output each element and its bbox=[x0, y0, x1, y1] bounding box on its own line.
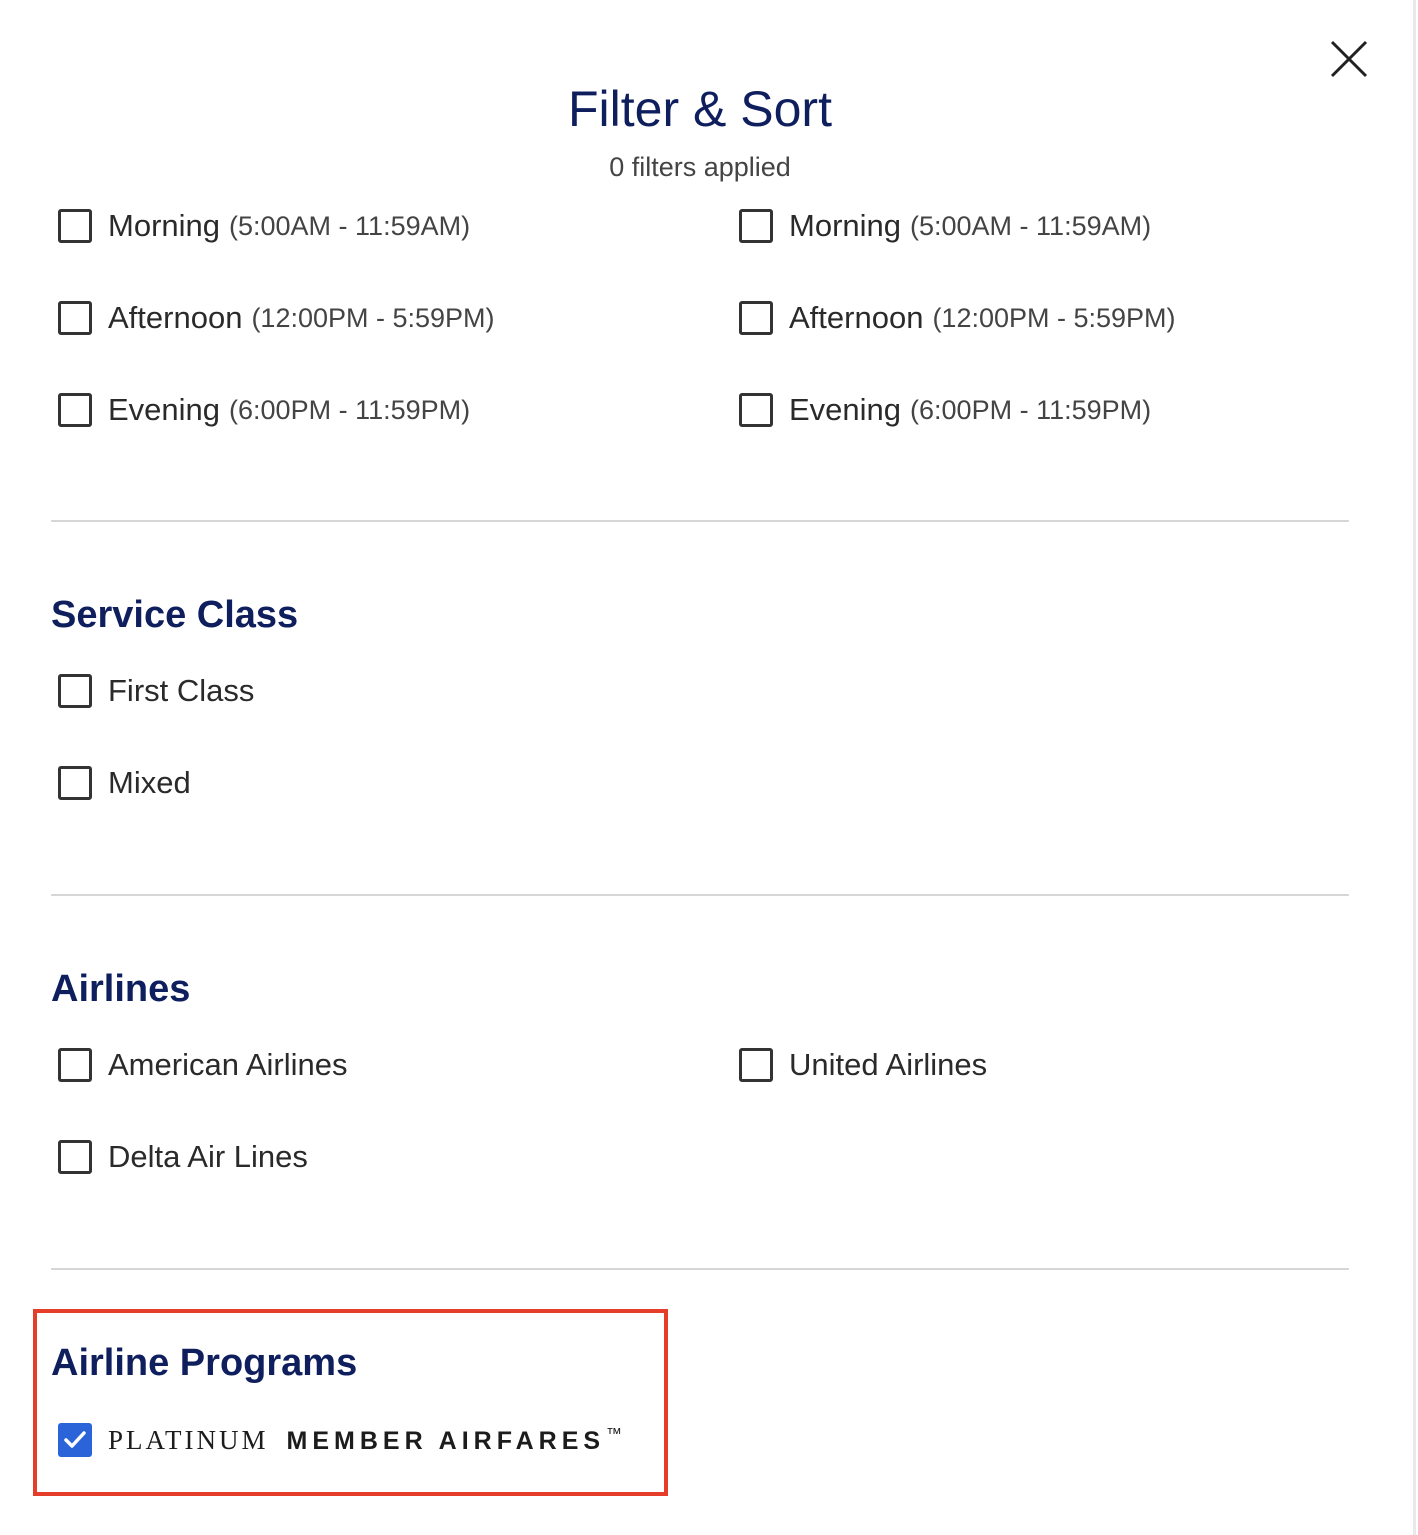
section-title-airline-programs: Airline Programs bbox=[51, 1342, 358, 1384]
checkbox[interactable] bbox=[739, 393, 773, 427]
checkbox[interactable] bbox=[58, 301, 92, 335]
checkbox[interactable] bbox=[739, 209, 773, 243]
option-label: Evening bbox=[789, 392, 902, 427]
logo-word-platinum: PLATINUM bbox=[108, 1424, 269, 1455]
option-american-airlines[interactable]: American Airlines bbox=[55, 1043, 347, 1087]
platinum-member-airfares-logo: PLATINUM MEMBER AIRFARES ™ bbox=[108, 1425, 622, 1456]
section-divider bbox=[51, 894, 1349, 896]
checkmark-icon bbox=[64, 1431, 86, 1448]
option-time-range: (12:00PM - 5:59PM) bbox=[932, 302, 1176, 333]
close-button[interactable] bbox=[1322, 32, 1376, 86]
checkbox[interactable] bbox=[58, 393, 92, 427]
section-title-airlines: Airlines bbox=[51, 968, 191, 1010]
option-delta-air-lines[interactable]: Delta Air Lines bbox=[55, 1135, 308, 1179]
checkbox[interactable] bbox=[739, 301, 773, 335]
option-outbound-afternoon[interactable]: Afternoon (12:00PM - 5:59PM) bbox=[55, 296, 495, 340]
option-time-range: (5:00AM - 11:59AM) bbox=[910, 210, 1152, 241]
option-label: American Airlines bbox=[108, 1047, 348, 1082]
checkbox[interactable] bbox=[58, 766, 92, 800]
checkbox-checked[interactable] bbox=[58, 1423, 92, 1457]
close-icon bbox=[1330, 40, 1368, 78]
option-return-afternoon[interactable]: Afternoon (12:00PM - 5:59PM) bbox=[736, 296, 1176, 340]
section-divider bbox=[51, 1268, 1349, 1270]
option-time-range: (6:00PM - 11:59PM) bbox=[910, 394, 1152, 425]
option-label: First Class bbox=[108, 673, 255, 708]
option-first-class[interactable]: First Class bbox=[55, 669, 254, 713]
option-time-range: (5:00AM - 11:59AM) bbox=[229, 210, 471, 241]
option-label: Afternoon bbox=[108, 300, 243, 335]
option-platinum-member-airfares[interactable]: PLATINUM MEMBER AIRFARES ™ bbox=[55, 1418, 622, 1462]
trademark-symbol: ™ bbox=[606, 1425, 623, 1443]
checkbox[interactable] bbox=[58, 1048, 92, 1082]
option-return-morning[interactable]: Morning (5:00AM - 11:59AM) bbox=[736, 204, 1151, 248]
option-label: Delta Air Lines bbox=[108, 1139, 308, 1174]
section-divider bbox=[51, 520, 1349, 522]
page-title: Filter & Sort bbox=[568, 81, 832, 137]
option-label: Morning bbox=[108, 208, 220, 243]
option-united-airlines[interactable]: United Airlines bbox=[736, 1043, 987, 1087]
checkbox[interactable] bbox=[58, 674, 92, 708]
option-label: Evening bbox=[108, 392, 221, 427]
option-time-range: (12:00PM - 5:59PM) bbox=[251, 302, 495, 333]
checkbox[interactable] bbox=[739, 1048, 773, 1082]
option-mixed[interactable]: Mixed bbox=[55, 761, 191, 805]
filters-applied-count: 0 filters applied bbox=[609, 152, 791, 182]
option-label: Morning bbox=[789, 208, 901, 243]
highlight-annotation bbox=[33, 1309, 668, 1496]
option-return-evening[interactable]: Evening (6:00PM - 11:59PM) bbox=[736, 388, 1151, 432]
checkbox[interactable] bbox=[58, 209, 92, 243]
option-label: Afternoon bbox=[789, 300, 924, 335]
logo-word-member-airfares: MEMBER AIRFARES bbox=[286, 1426, 606, 1455]
section-title-service-class: Service Class bbox=[51, 594, 299, 636]
option-label: Mixed bbox=[108, 765, 191, 800]
option-outbound-morning[interactable]: Morning (5:00AM - 11:59AM) bbox=[55, 204, 470, 248]
option-outbound-evening[interactable]: Evening (6:00PM - 11:59PM) bbox=[55, 388, 470, 432]
scrollbar-track[interactable] bbox=[1413, 0, 1416, 1535]
option-label: United Airlines bbox=[789, 1047, 988, 1082]
option-time-range: (6:00PM - 11:59PM) bbox=[229, 394, 471, 425]
checkbox[interactable] bbox=[58, 1140, 92, 1174]
